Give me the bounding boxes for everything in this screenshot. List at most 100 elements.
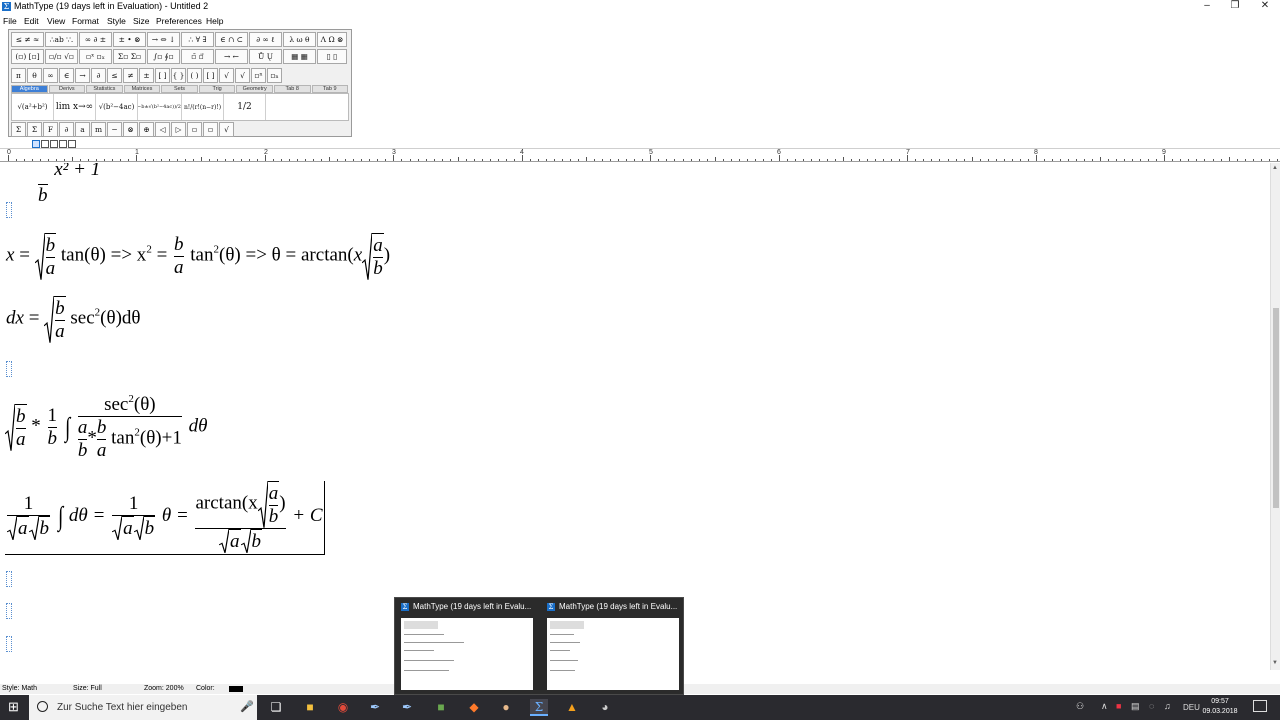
obs-icon[interactable]: ◕ <box>596 699 614 716</box>
f-button[interactable]: F <box>43 122 58 137</box>
set-theory-palette[interactable]: ∈ ∩ ⊂ <box>215 32 248 47</box>
menu-help[interactable]: Help <box>206 16 223 26</box>
menu-edit[interactable]: Edit <box>24 16 39 26</box>
sum-small-button[interactable]: Σ <box>11 122 26 137</box>
equation-dx[interactable]: dx = ba sec2(θ)dθ <box>6 296 141 343</box>
logical-palette[interactable]: ∴ ∀ ∃ <box>181 32 214 47</box>
oplus-button[interactable]: ⊕ <box>139 122 154 137</box>
infinity-button[interactable]: ∞ <box>43 68 58 83</box>
tray-app-icon[interactable]: ■ <box>1116 701 1121 711</box>
element-of-button[interactable]: ∈ <box>59 68 74 83</box>
tab-algebra[interactable]: Algebra <box>11 85 48 93</box>
center-tab-icon[interactable] <box>41 140 49 148</box>
fences-palette[interactable]: (▫) [▫] <box>11 49 44 64</box>
scroll-thumb[interactable] <box>1273 308 1279 508</box>
close-button[interactable]: ✕ <box>1250 0 1280 14</box>
pi-button[interactable]: π <box>11 68 26 83</box>
operators-palette[interactable]: ± • ⊗ <box>113 32 146 47</box>
equation-x-substitution[interactable]: x = ba tan(θ) => x2 = ba tan2(θ) => θ = … <box>6 233 390 280</box>
otimes-button[interactable]: ⊗ <box>123 122 138 137</box>
integral-palette[interactable]: ∫▫ ∮▫ <box>147 49 180 64</box>
arrows-palette[interactable]: → ⇔ ↓ <box>147 32 180 47</box>
superscript-button[interactable]: ▫ⁿ <box>251 68 266 83</box>
limit-template[interactable]: lim x→∞ <box>54 94 96 120</box>
plus-minus-button[interactable]: ± <box>139 68 154 83</box>
notifications-icon[interactable] <box>1253 700 1267 712</box>
tab-9[interactable]: Tab 9 <box>311 85 349 93</box>
right-arrow-button[interactable]: → <box>75 68 90 83</box>
partial-button[interactable]: ∂ <box>91 68 106 83</box>
partial-small-button[interactable]: ∂ <box>59 122 74 137</box>
equation-editor-area[interactable]: b x² + 1 x = ba tan(θ) => x2 = ba tan2(θ… <box>0 163 1270 670</box>
menu-view[interactable]: View <box>47 16 65 26</box>
misc-symbols-palette[interactable]: ∂ ∞ ℓ <box>249 32 282 47</box>
window-preview-card[interactable]: Σ MathType (19 days left in Evalu... <box>543 600 681 692</box>
menu-file[interactable]: File <box>3 16 17 26</box>
empty-line-placeholder[interactable] <box>6 571 12 587</box>
minimize-button[interactable]: – <box>1192 0 1222 14</box>
quadratic-formula-template[interactable]: (−b±√(b²−4ac))/2a <box>138 94 182 120</box>
taskbar-search-box[interactable]: Zur Suche Text hier eingeben 🎤 <box>29 695 257 720</box>
combination-template[interactable]: n!/(r!(n−r)!) <box>182 94 224 120</box>
operator-tab-icon[interactable] <box>68 140 76 148</box>
right-triangle-button[interactable]: ▷ <box>171 122 186 137</box>
discriminant-template[interactable]: √(b²−4ac) <box>96 94 138 120</box>
pen-app-2-icon[interactable]: ✒ <box>398 699 416 716</box>
box-small-button[interactable]: ▫ <box>203 122 218 137</box>
right-tab-icon[interactable] <box>50 140 58 148</box>
sum-bar-button[interactable]: Σ̄ <box>27 122 42 137</box>
mathtype-taskbar-icon[interactable]: Σ <box>530 699 548 716</box>
vertical-scrollbar[interactable]: ▲ ▼ <box>1270 163 1280 670</box>
m-button[interactable]: m <box>91 122 106 137</box>
spaces-palette[interactable]: ∴ab ∵. <box>45 32 78 47</box>
subscript-superscript-palette[interactable]: ▫ˣ ▫ₓ <box>79 49 112 64</box>
file-explorer-icon[interactable]: ■ <box>301 699 319 716</box>
tab-8[interactable]: Tab 8 <box>273 85 311 93</box>
equation-result[interactable]: 1 ab ∫ dθ = 1 ab θ = arctan(x a b) ab + C <box>5 481 325 555</box>
equation-integral[interactable]: ba * 1b ∫ sec2(θ) a b * b a tan2(θ)+1 dθ <box>5 393 207 462</box>
scroll-up-icon[interactable]: ▲ <box>1272 165 1278 171</box>
not-equal-button[interactable]: ≠ <box>123 68 138 83</box>
decimal-tab-icon[interactable] <box>59 140 67 148</box>
matrix-palette[interactable]: ▦ ▦ <box>283 49 316 64</box>
minecraft-icon[interactable]: ■ <box>432 699 450 716</box>
a-button[interactable]: a <box>75 122 90 137</box>
tab-matrices[interactable]: Matrices <box>123 85 161 93</box>
minus-button[interactable]: − <box>107 122 122 137</box>
avatar-app-icon[interactable]: ● <box>497 699 515 716</box>
theta-button[interactable]: θ <box>27 68 42 83</box>
empty-line-placeholder[interactable] <box>6 603 12 619</box>
sqrt-small-button[interactable]: √ <box>219 122 234 137</box>
app-icon[interactable]: ▲ <box>563 699 581 716</box>
tab-geometry[interactable]: Geometry <box>236 85 273 93</box>
subscript-button[interactable]: ▫ₙ <box>267 68 282 83</box>
restore-button[interactable]: ❐ <box>1220 0 1250 14</box>
greek-lower-palette[interactable]: λ ω θ <box>283 32 316 47</box>
people-icon[interactable]: ⚇ <box>1076 701 1084 712</box>
one-half-template[interactable]: 1/2 <box>224 94 266 120</box>
taskbar-clock[interactable]: 09:57 09.03.2018 <box>1202 697 1238 717</box>
empty-line-placeholder[interactable] <box>6 202 12 218</box>
empty-line-placeholder[interactable] <box>6 636 12 652</box>
left-tab-icon[interactable] <box>32 140 40 148</box>
relations-palette[interactable]: ≤ ≠ ≈ <box>11 32 44 47</box>
blender-icon[interactable]: ◆ <box>465 699 483 716</box>
pythagoras-template[interactable]: √(a²+b²) <box>12 94 54 120</box>
empty-line-placeholder[interactable] <box>6 361 12 377</box>
embellishments-palette[interactable]: ∞ ∂ ± <box>79 32 112 47</box>
tray-chevron-icon[interactable]: ∧ <box>1101 701 1108 712</box>
chrome-icon[interactable]: ◉ <box>334 699 352 716</box>
box-button[interactable]: ▫ <box>187 122 202 137</box>
task-view-icon[interactable]: ❏ <box>267 699 285 716</box>
tab-derivs[interactable]: Derivs <box>48 85 86 93</box>
microphone-icon[interactable]: 🎤 <box>240 700 254 713</box>
tab-statistics[interactable]: Statistics <box>86 85 123 93</box>
menu-preferences[interactable]: Preferences <box>156 16 202 26</box>
tray-network-icon[interactable]: ▤ <box>1131 701 1140 712</box>
summation-palette[interactable]: Σ▫ Σ▫ <box>113 49 146 64</box>
tab-trig[interactable]: Trig <box>198 85 236 93</box>
parens-button[interactable]: ( ) <box>187 68 202 83</box>
nth-root-button[interactable]: √ <box>235 68 250 83</box>
menu-format[interactable]: Format <box>72 16 99 26</box>
pen-app-icon[interactable]: ✒ <box>366 699 384 716</box>
